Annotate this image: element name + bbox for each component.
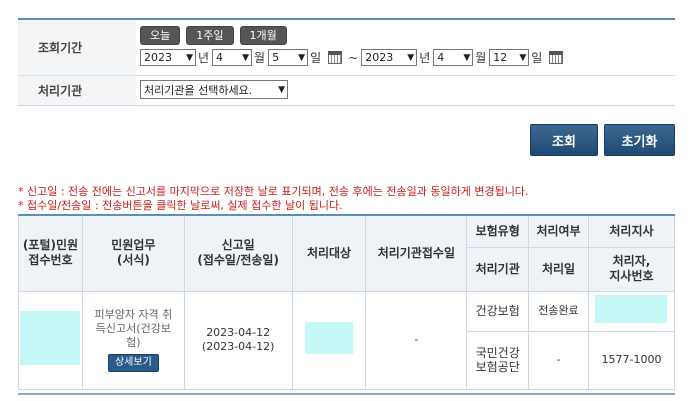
chevron-down-icon: ▼ (186, 52, 193, 63)
today-button[interactable]: 오늘 (140, 26, 181, 45)
notice-line: * 접수일/전송일 : 전송버튼을 클릭한 날로써, 실제 접수한 날이 됩니다… (18, 199, 343, 212)
col-processor: 처리자, 지사번호 (587, 246, 676, 292)
result-table: (포털)민원 접수번호 민원업무 (서식) 신고일 (접수일/전송일) 처리대상… (18, 214, 676, 390)
target-cell (291, 290, 367, 390)
one-week-button[interactable]: 1주일 (186, 26, 234, 45)
report-date-cell: 2023-04-12 (2023-04-12) (183, 290, 293, 390)
table-bottom-border (18, 393, 675, 395)
one-month-button[interactable]: 1개월 (239, 26, 287, 45)
col-org-receipt: 처리기관접수일 (365, 214, 468, 292)
from-month-select[interactable]: 4 ▼ (212, 49, 253, 66)
task-cell: 피부양자 자격 취 득신고서(건강보 험) 상세보기 (81, 290, 185, 390)
search-button[interactable]: 조회 (530, 124, 598, 156)
org-select[interactable]: 처리기관을 선택하세요. ▼ (140, 80, 288, 99)
chevron-down-icon: ▼ (298, 52, 306, 63)
chevron-down-icon: ▼ (519, 52, 527, 63)
col-report-date: 신고일 (접수일/전송일) (183, 214, 293, 292)
detail-button[interactable]: 상세보기 (107, 354, 159, 372)
col-task: 민원업무 (서식) (81, 214, 185, 292)
redacted-branch (595, 295, 668, 323)
org-receipt-cell: - (365, 290, 468, 390)
redacted-target (305, 322, 354, 354)
notice: * 신고일 : 전송 전에는 신고서를 마지막으로 저장한 날로 표기되며, 전… (18, 185, 528, 213)
org-row: 처리기관 처리기관을 선택하세요. ▼ (18, 76, 675, 105)
branch-cell (587, 290, 676, 332)
col-status: 처리여부 (528, 214, 589, 248)
processor-cell: 1577-1000 (587, 330, 676, 390)
table-row: 피부양자 자격 취 득신고서(건강보 험) 상세보기 2023-04-12 (2… (18, 290, 676, 390)
chevron-down-icon: ▼ (242, 52, 250, 63)
task-name: 피부양자 자격 취 득신고서(건강보 험) (94, 308, 173, 349)
date-range: 2023 ▼ 년 4 ▼ 월 5 ▼ 일 ~ 2023 ▼ 년 4 ▼ 월 12 ▼ 일 (140, 49, 671, 66)
calendar-icon[interactable] (549, 51, 564, 64)
period-label: 조회기간 (18, 20, 136, 75)
to-day-select[interactable]: 12 ▼ (489, 49, 530, 66)
from-year-select[interactable]: 2023 ▼ (140, 49, 196, 66)
status-cell: 전송완료 (528, 290, 589, 332)
to-month-select[interactable]: 4 ▼ (433, 49, 474, 66)
period-row: 조회기간 오늘 1주일 1개월 2023 ▼ 년 4 ▼ 월 5 ▼ 일 ~ 2023… (18, 20, 675, 76)
notice-line: * 신고일 : 전송 전에는 신고서를 마지막으로 저장한 날로 표기되며, 전… (18, 185, 529, 198)
chevron-down-icon: ▼ (278, 84, 285, 95)
search-panel: 조회기간 오늘 1주일 1개월 2023 ▼ 년 4 ▼ 월 5 ▼ 일 ~ 2023… (18, 18, 675, 106)
to-year-select[interactable]: 2023 ▼ (361, 49, 418, 66)
receipt-no-cell (18, 290, 83, 390)
from-day-select[interactable]: 5 ▼ (268, 49, 309, 66)
col-receipt-no: (포털)민원 접수번호 (18, 214, 83, 292)
col-process-date: 처리일 (528, 246, 589, 292)
redacted-receipt-no (20, 311, 81, 365)
col-insurance-type: 보험유형 (466, 214, 530, 248)
col-target: 처리대상 (291, 214, 367, 292)
chevron-down-icon: ▼ (407, 52, 415, 63)
reset-button[interactable]: 초기화 (604, 124, 675, 156)
process-date-cell: - (528, 330, 589, 390)
calendar-icon[interactable] (328, 51, 343, 64)
org-cell: 국민건강 보험공단 (466, 330, 530, 390)
chevron-down-icon: ▼ (463, 52, 471, 63)
org-label: 처리기관 (18, 76, 136, 105)
insurance-type-cell: 건강보험 (466, 290, 530, 332)
col-org: 처리기관 (466, 246, 530, 292)
col-branch: 처리지사 (587, 214, 676, 248)
